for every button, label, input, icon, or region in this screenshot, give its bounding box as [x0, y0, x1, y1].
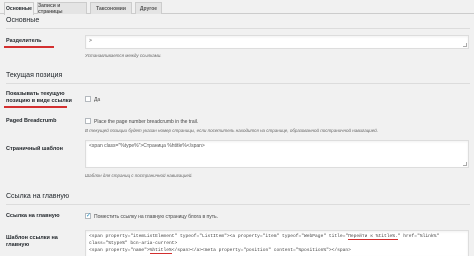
home-template-textarea[interactable]: <span property="itemListElement" typeof=… — [85, 230, 469, 256]
show-current-label: Показывать текущую позицию в виде ссылки — [6, 91, 72, 104]
page-template-textarea[interactable]: <span class="%type%">Страница %htitle%</… — [85, 140, 469, 168]
tab-taxonomies[interactable]: Таксономии — [90, 2, 132, 14]
divider — [6, 204, 470, 205]
tab-basic[interactable]: Основные — [4, 2, 34, 15]
tab-other[interactable]: Другое — [135, 2, 162, 14]
tab-bar: Основные Записи и страницы Таксономии Др… — [0, 0, 474, 15]
paged-breadcrumb-checkbox[interactable] — [85, 118, 91, 124]
tab-posts-pages[interactable]: Записи и страницы — [37, 2, 87, 15]
home-template-line-1: <span property="itemListElement" typeof=… — [89, 233, 465, 247]
home-template-highlight: Перейти к %title%. — [348, 234, 398, 240]
home-template-text: <span property="name"> — [89, 248, 150, 253]
highlight-underline — [4, 106, 67, 108]
home-link-label: Ссылка на главную — [6, 213, 60, 219]
separator-input[interactable]: > — [85, 35, 469, 49]
page-template-label: Страничный шаблон — [6, 146, 63, 152]
paged-breadcrumb-label: Paged Breadcrumb — [6, 118, 57, 124]
separator-value: > — [89, 38, 92, 44]
section-title-home-link: Ссылка на главную — [6, 193, 70, 200]
highlight-underline — [4, 46, 54, 48]
show-current-checkbox[interactable] — [85, 96, 91, 102]
show-current-checkbox-label: Да — [94, 97, 101, 103]
resize-handle[interactable] — [463, 162, 467, 166]
section-title-current-position: Текущая позиция — [6, 72, 63, 79]
section-title-basic: Основные — [6, 17, 40, 24]
paged-breadcrumb-checkbox-label: Place the page number breadcrumb in the … — [94, 119, 199, 125]
page-template-description: Шаблон для страниц с постраничной навига… — [85, 173, 193, 178]
divider — [6, 83, 470, 84]
divider — [6, 28, 470, 29]
resize-handle[interactable] — [463, 43, 467, 47]
paged-breadcrumb-description: В текущей позиции будет указан номер стр… — [85, 128, 379, 133]
home-template-text: </span></a><meta property="position" con… — [171, 248, 351, 253]
home-template-label: Шаблон ссылки на главную — [6, 235, 58, 248]
home-template-highlight: %htitle% — [149, 248, 172, 254]
home-link-checkbox[interactable] — [85, 212, 91, 219]
separator-label: Разделитель — [6, 38, 42, 44]
home-template-line-2: <span property="name">%htitle%</span></a… — [89, 247, 465, 254]
home-link-checkbox-label: Поместить ссылку на главную страницу бло… — [94, 214, 218, 220]
page-template-value: <span class="%type%">Страница %htitle%</… — [89, 143, 205, 149]
home-template-text: <span property="itemListElement" typeof=… — [89, 234, 349, 239]
separator-description: Устанавливается между ссылками. — [85, 53, 162, 58]
